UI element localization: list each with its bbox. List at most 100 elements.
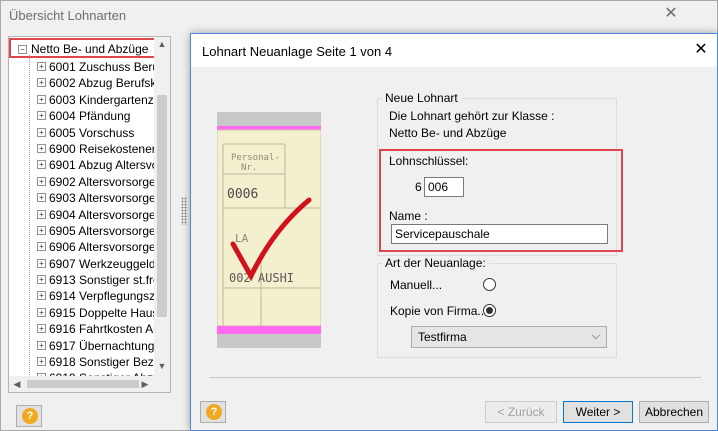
horizontal-scrollbar[interactable]: ◀ ▶ [9, 376, 170, 392]
expand-icon[interactable]: + [37, 94, 46, 104]
copy-radio[interactable] [483, 304, 496, 317]
tree-item-label: 6904 Altersvorsorge V [49, 207, 167, 222]
lohnart-tree[interactable]: − Netto Be- und Abzüge +6001 Zuschuss Ber… [8, 36, 171, 393]
window-title: Übersicht Lohnarten [9, 8, 127, 23]
tree-item-label: 6900 Reisekostenersa [49, 141, 167, 156]
expand-icon[interactable]: + [37, 275, 46, 285]
vertical-scrollbar[interactable]: ▲ ▼ [154, 37, 170, 377]
class-line-label: Die Lohnart gehört zur Klasse : [389, 109, 555, 123]
expand-icon[interactable]: + [37, 324, 46, 334]
tree-item[interactable]: +6904 Altersvorsorge V [37, 207, 167, 223]
tree-item-label: 6906 Altersvorsorge V [49, 240, 167, 255]
expand-icon[interactable]: + [37, 340, 46, 350]
tree-item[interactable]: +6915 Doppelte Haush [37, 305, 167, 321]
tree-item-label: 6917 Übernachtungsr [49, 338, 165, 353]
expand-icon[interactable]: + [37, 258, 46, 268]
tree-item[interactable]: +6918 Sonstiger Bezug [37, 354, 167, 370]
dialog-titlebar: Lohnart Neuanlage Seite 1 von 4 ✕ [191, 34, 717, 67]
expand-icon[interactable]: + [37, 176, 46, 186]
help-icon: ? [22, 408, 38, 424]
tree-item[interactable]: +6901 Abzug Altersvor [37, 157, 167, 173]
tree-item[interactable]: +6902 Altersvorsorge V [37, 174, 167, 190]
close-icon[interactable]: ✕ [663, 4, 679, 24]
tree-item[interactable]: +6913 Sonstiger st.frei [37, 272, 167, 288]
tree-item[interactable]: +6906 Altersvorsorge V [37, 239, 167, 255]
name-input[interactable]: Servicepauschale [391, 224, 608, 244]
tree-item[interactable]: +6002 Abzug Berufskle [37, 75, 167, 91]
help-icon: ? [206, 404, 222, 420]
copy-option-label[interactable]: Kopie von Firma... [390, 304, 487, 318]
tree-item-label: 6004 Pfändung [49, 109, 131, 124]
dialog-title: Lohnart Neuanlage Seite 1 von 4 [202, 44, 393, 59]
tree-item-label: 6903 Altersvorsorge V [49, 191, 167, 206]
tree-item[interactable]: +6917 Übernachtungsr [37, 338, 167, 354]
tree-item[interactable]: +6905 Altersvorsorge V [37, 223, 167, 239]
expand-icon[interactable]: + [37, 242, 46, 252]
tree-connector-line [29, 55, 30, 383]
next-button[interactable]: Weiter > [563, 401, 633, 423]
expand-icon[interactable]: + [37, 225, 46, 235]
name-label: Name : [389, 209, 428, 223]
expand-icon[interactable]: + [37, 143, 46, 153]
expand-icon[interactable]: + [37, 291, 46, 301]
tree-item-label: 6001 Zuschuss Berufs [49, 60, 167, 74]
scroll-left-icon[interactable]: ◀ [9, 376, 25, 392]
illustration-label-personal: Personal- [231, 153, 280, 163]
tree-item-label: 6901 Abzug Altersvor [49, 158, 163, 173]
tree-item-label: 6907 Werkzeuggeld [49, 256, 156, 271]
expand-icon[interactable]: + [37, 160, 46, 170]
tree-item[interactable]: +6005 Vorschuss [37, 125, 167, 141]
expand-icon[interactable]: + [37, 78, 46, 88]
tree-item[interactable]: +6907 Werkzeuggeld [37, 256, 167, 272]
lohnschluessel-input[interactable]: 006 [424, 177, 464, 197]
tree-item-label: 6918 Sonstiger Bezug [49, 355, 167, 370]
scroll-right-icon[interactable]: ▶ [137, 376, 153, 392]
company-selected-value: Testfirma [418, 330, 467, 344]
tree-item[interactable]: +6903 Altersvorsorge V [37, 190, 167, 206]
tree-item[interactable]: +6916 Fahrtkosten Aus [37, 321, 167, 337]
illustration-la-label: LA [235, 232, 249, 245]
dialog-help-button[interactable]: ? [200, 401, 226, 423]
tree-item[interactable]: +6001 Zuschuss Berufs [37, 59, 167, 75]
tree-item-label: 6002 Abzug Berufskle [49, 76, 166, 91]
tree-item[interactable]: +6914 Verpflegungszus [37, 288, 167, 304]
expand-icon[interactable]: + [37, 307, 46, 317]
tree-item-label: 6905 Altersvorsorge V [49, 223, 167, 238]
back-button[interactable]: < Zurück [485, 401, 557, 423]
wage-slip-illustration: Personal- Nr. 0006 LA 002 AUSHI [217, 112, 321, 348]
new-lohnart-dialog: Lohnart Neuanlage Seite 1 von 4 ✕ Person… [190, 33, 718, 431]
tree-root-netto[interactable]: − Netto Be- und Abzüge [18, 41, 148, 57]
manual-radio[interactable] [483, 278, 496, 291]
chevron-down-icon: ⌵ [591, 330, 600, 342]
expand-icon[interactable]: + [37, 62, 46, 71]
splitter-grip[interactable] [181, 197, 187, 225]
class-value: Netto Be- und Abzüge [389, 126, 507, 140]
scroll-thumb[interactable] [157, 95, 167, 317]
tree-item-label: 6915 Doppelte Haush [49, 305, 166, 320]
dialog-close-icon[interactable]: ✕ [691, 40, 711, 60]
scroll-up-icon[interactable]: ▲ [154, 39, 170, 49]
scroll-thumb-horizontal[interactable] [27, 380, 139, 388]
company-select[interactable]: Testfirma ⌵ [411, 326, 607, 348]
neue-lohnart-legend: Neue Lohnart [382, 91, 461, 105]
tree-item[interactable]: +6900 Reisekostenersa [37, 141, 167, 157]
scroll-down-icon[interactable]: ▼ [154, 361, 170, 371]
illustration-label-nr: Nr. [241, 163, 257, 173]
tree-root-label: Netto Be- und Abzüge [31, 42, 149, 56]
expand-icon[interactable]: + [37, 111, 46, 121]
lohnschluessel-label: Lohnschlüssel: [389, 154, 469, 168]
key-prefix: 6 [415, 180, 422, 194]
expand-icon[interactable]: + [37, 357, 46, 367]
help-button[interactable]: ? [16, 405, 42, 427]
collapse-icon[interactable]: − [18, 45, 27, 55]
illustration-field-value: 0006 [227, 187, 258, 202]
expand-icon[interactable]: + [37, 193, 46, 203]
tree-item-label: 6916 Fahrtkosten Aus [49, 322, 166, 337]
cancel-button[interactable]: Abbrechen [639, 401, 709, 423]
tree-item-label: 6913 Sonstiger st.frei [49, 273, 163, 288]
manual-option-label[interactable]: Manuell... [390, 278, 442, 292]
tree-item[interactable]: +6003 Kindergartenzus [37, 92, 167, 108]
expand-icon[interactable]: + [37, 209, 46, 219]
expand-icon[interactable]: + [37, 127, 46, 137]
tree-item[interactable]: +6004 Pfändung [37, 108, 167, 124]
